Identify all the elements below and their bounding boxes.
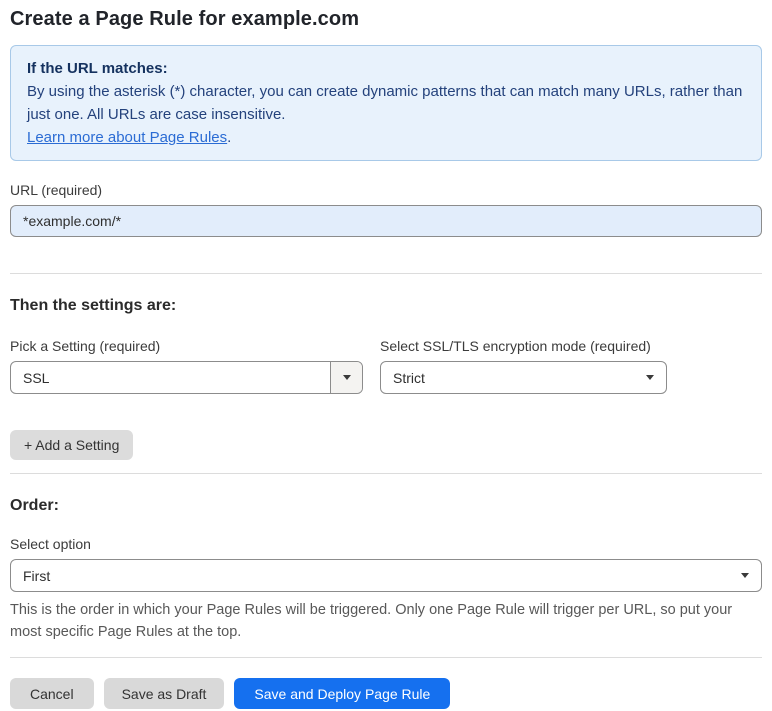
order-select-value: First xyxy=(23,567,51,584)
pick-setting-select[interactable]: SSL xyxy=(10,361,363,394)
pick-setting-label: Pick a Setting (required) xyxy=(10,338,161,354)
encryption-mode-select[interactable]: Strict xyxy=(380,361,667,394)
encryption-mode-label: Select SSL/TLS encryption mode (required… xyxy=(380,338,651,354)
link-period: . xyxy=(227,129,232,146)
pick-setting-value: SSL xyxy=(23,369,50,386)
divider xyxy=(10,657,762,658)
add-setting-button[interactable]: + Add a Setting xyxy=(10,430,134,460)
encryption-mode-value: Strict xyxy=(393,369,425,386)
order-help-text: This is the order in which your Page Rul… xyxy=(10,602,733,640)
url-match-info-box: If the URL matches: By using the asteris… xyxy=(10,45,762,161)
dropdown-arrow-button[interactable] xyxy=(330,362,362,393)
divider xyxy=(10,473,762,474)
url-field-label: URL (required) xyxy=(10,182,103,198)
create-page-rule-form: Create a Page Rule for example.com If th… xyxy=(0,0,772,709)
setting-selects-row: SSL Strict xyxy=(10,361,762,394)
divider xyxy=(10,273,762,274)
settings-section-heading: Then the settings are: xyxy=(10,297,177,314)
chevron-down-icon xyxy=(741,573,749,578)
footer-actions: Cancel Save as Draft Save and Deploy Pag… xyxy=(10,678,762,709)
order-select-label: Select option xyxy=(10,536,91,552)
chevron-down-icon xyxy=(646,375,654,380)
chevron-down-icon xyxy=(342,375,351,380)
save-draft-button[interactable]: Save as Draft xyxy=(103,678,225,709)
info-box-link-line: Learn more about Page Rules. xyxy=(27,126,745,149)
learn-more-link[interactable]: Learn more about Page Rules xyxy=(27,129,227,146)
url-input[interactable] xyxy=(10,205,762,237)
order-select-row: First xyxy=(10,559,762,592)
order-section-heading: Order: xyxy=(10,497,59,514)
info-box-heading: If the URL matches: xyxy=(27,60,168,77)
order-select[interactable]: First xyxy=(10,559,762,592)
setting-select-labels: Pick a Setting (required) Select SSL/TLS… xyxy=(10,338,762,354)
page-title: Create a Page Rule for example.com xyxy=(10,8,360,30)
save-deploy-button[interactable]: Save and Deploy Page Rule xyxy=(234,678,451,709)
info-box-body: By using the asterisk (*) character, you… xyxy=(27,83,743,123)
cancel-button[interactable]: Cancel xyxy=(10,678,94,709)
